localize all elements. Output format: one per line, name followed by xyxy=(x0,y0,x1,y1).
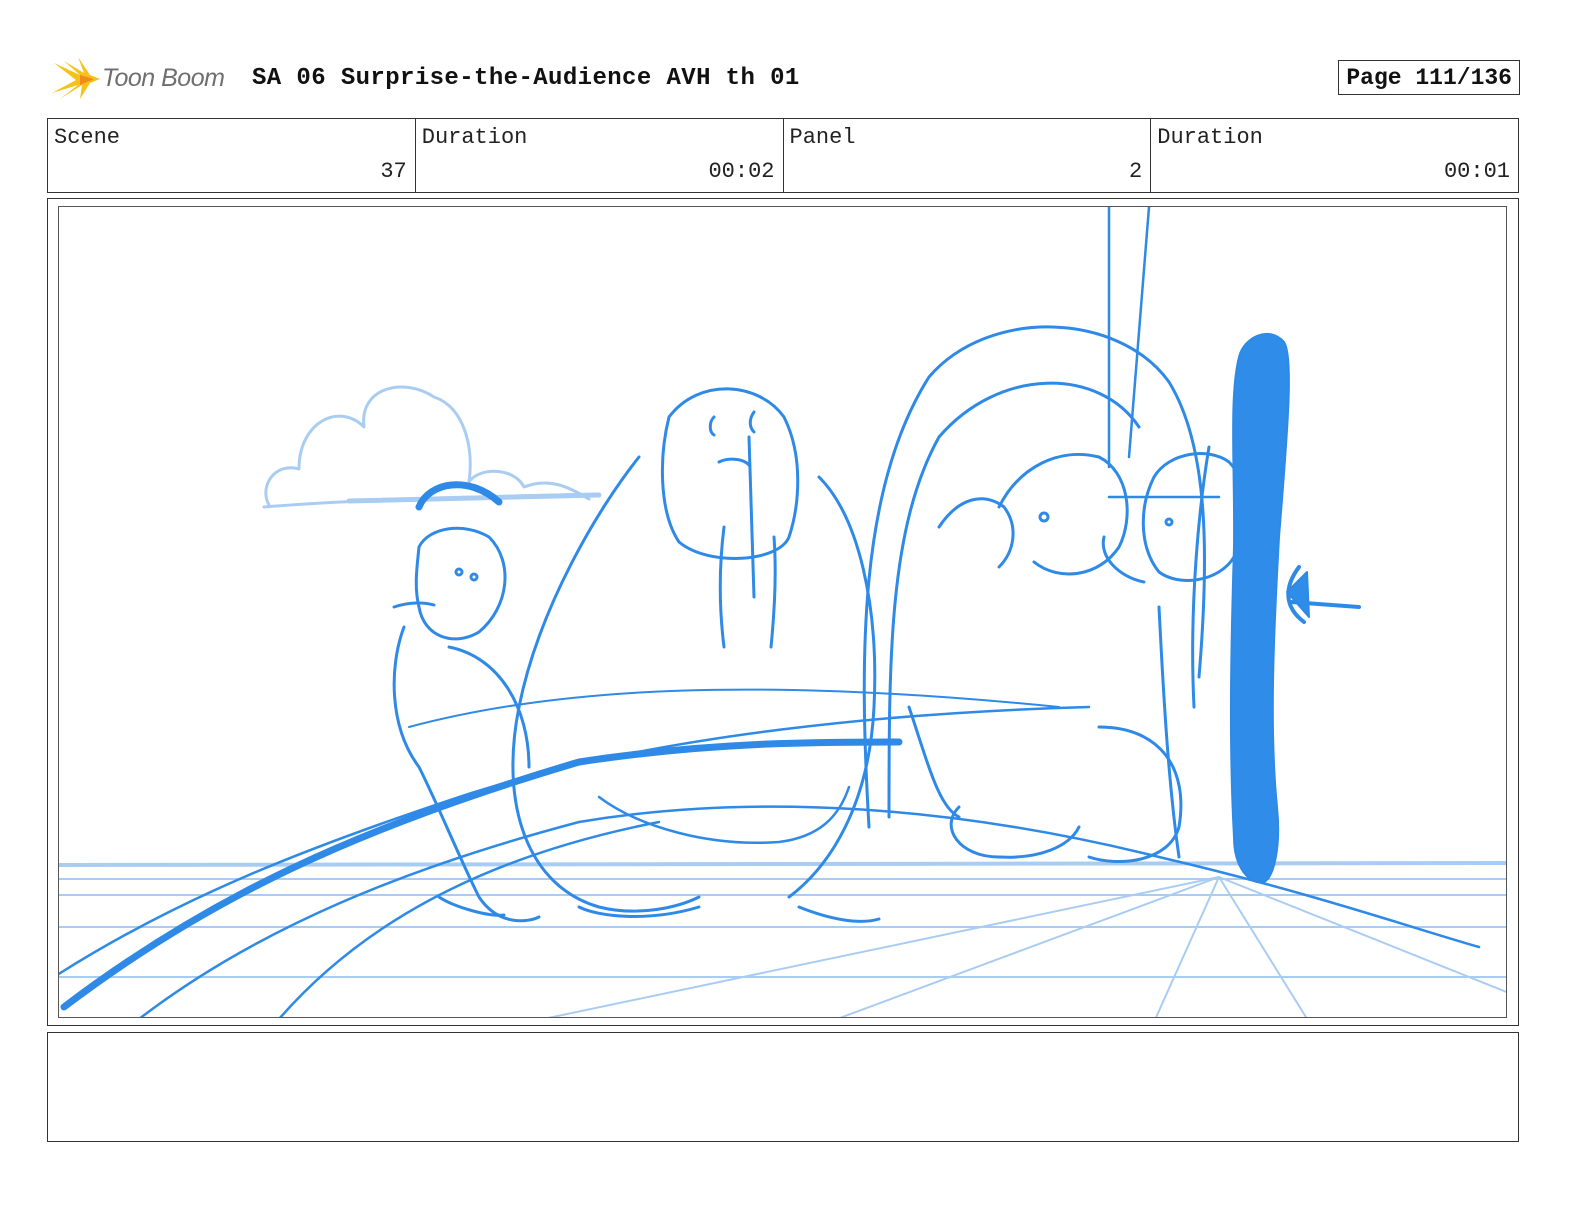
page-number: Page 111/136 xyxy=(1338,60,1520,95)
panel-cell: Panel 2 xyxy=(784,119,1152,192)
scene-value: 37 xyxy=(380,159,407,184)
scene-duration-value: 00:02 xyxy=(708,159,775,184)
starburst-icon xyxy=(52,57,100,99)
panel-drawing-area xyxy=(58,206,1507,1018)
storyboard-sketch-icon xyxy=(59,207,1506,1017)
page-header: Toon Boom SA 06 Surprise-the-Audience AV… xyxy=(50,55,1520,105)
scene-duration-cell: Duration 00:02 xyxy=(416,119,784,192)
scene-info-table: Scene 37 Duration 00:02 Panel 2 Duration… xyxy=(47,118,1519,193)
panel-value: 2 xyxy=(1129,159,1143,184)
scene-cell: Scene 37 xyxy=(48,119,416,192)
panel-duration-cell: Duration 00:01 xyxy=(1151,119,1518,192)
panel-duration-label: Duration xyxy=(1157,125,1263,150)
toon-boom-logo: Toon Boom xyxy=(50,55,240,105)
document-title: SA 06 Surprise-the-Audience AVH th 01 xyxy=(252,65,800,92)
panel-notes-box xyxy=(47,1032,1519,1142)
panel-label: Panel xyxy=(789,125,856,150)
logo-text: Toon Boom xyxy=(102,64,225,92)
scene-label: Scene xyxy=(54,125,121,150)
panel-duration-value: 00:01 xyxy=(1443,159,1510,184)
storyboard-panel xyxy=(47,198,1519,1026)
scene-duration-label: Duration xyxy=(421,125,528,150)
